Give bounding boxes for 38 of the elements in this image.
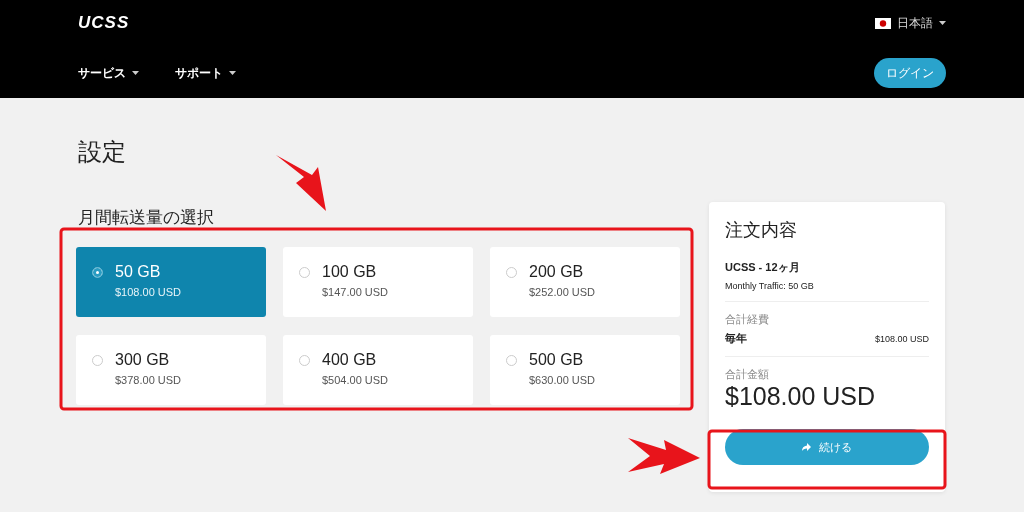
plan-price: $252.00 USD	[529, 286, 596, 298]
caret-icon	[229, 71, 236, 75]
language-selector[interactable]: 日本語	[897, 14, 946, 32]
plan-size: 400 GB	[322, 351, 378, 369]
nav-menu[interactable]: サポート	[175, 64, 236, 82]
plan-price: $378.00 USD	[115, 374, 182, 386]
cost-label: 合計経費	[725, 312, 770, 327]
page-title: 設定	[78, 137, 127, 167]
radio-button[interactable]	[92, 267, 103, 278]
plan-option[interactable]: 500 GB $630.00 USD	[490, 335, 680, 405]
flag-icon	[875, 17, 891, 29]
summary-title: 注文内容	[725, 219, 798, 242]
plan-size: 50 GB	[115, 263, 162, 281]
plan-size: 200 GB	[529, 263, 585, 281]
product-detail: Monthly Traffic: 50 GB	[725, 281, 815, 291]
plan-option[interactable]: 100 GB $147.00 USD	[283, 247, 473, 317]
forward-icon	[802, 443, 811, 451]
plan-size: 100 GB	[322, 263, 378, 281]
plan-size: 500 GB	[529, 351, 585, 369]
plan-price: $147.00 USD	[322, 286, 389, 298]
plan-option[interactable]: 50 GB $108.00 USD	[76, 247, 266, 317]
caret-icon	[939, 21, 946, 25]
plan-price: $108.00 USD	[115, 286, 182, 298]
total-label: 合計金額	[725, 367, 770, 382]
section-title: 月間転送量の選択	[78, 207, 215, 229]
period-price: $108.00 USD	[874, 333, 929, 344]
plan-option[interactable]: 300 GB $378.00 USD	[76, 335, 266, 405]
plan-price: $504.00 USD	[322, 374, 389, 386]
nav-menu[interactable]: サービス	[78, 64, 139, 82]
logo[interactable]: UCSS	[78, 13, 130, 33]
period-label: 毎年	[725, 331, 747, 346]
plan-option[interactable]: 200 GB $252.00 USD	[490, 247, 680, 317]
caret-icon	[132, 71, 139, 75]
total-amount: $108.00 USD	[725, 382, 877, 411]
plan-price: $630.00 USD	[529, 374, 596, 386]
product-name: UCSS - 12ヶ月	[725, 260, 801, 275]
plan-option[interactable]: 400 GB $504.00 USD	[283, 335, 473, 405]
plan-size: 300 GB	[115, 351, 171, 369]
